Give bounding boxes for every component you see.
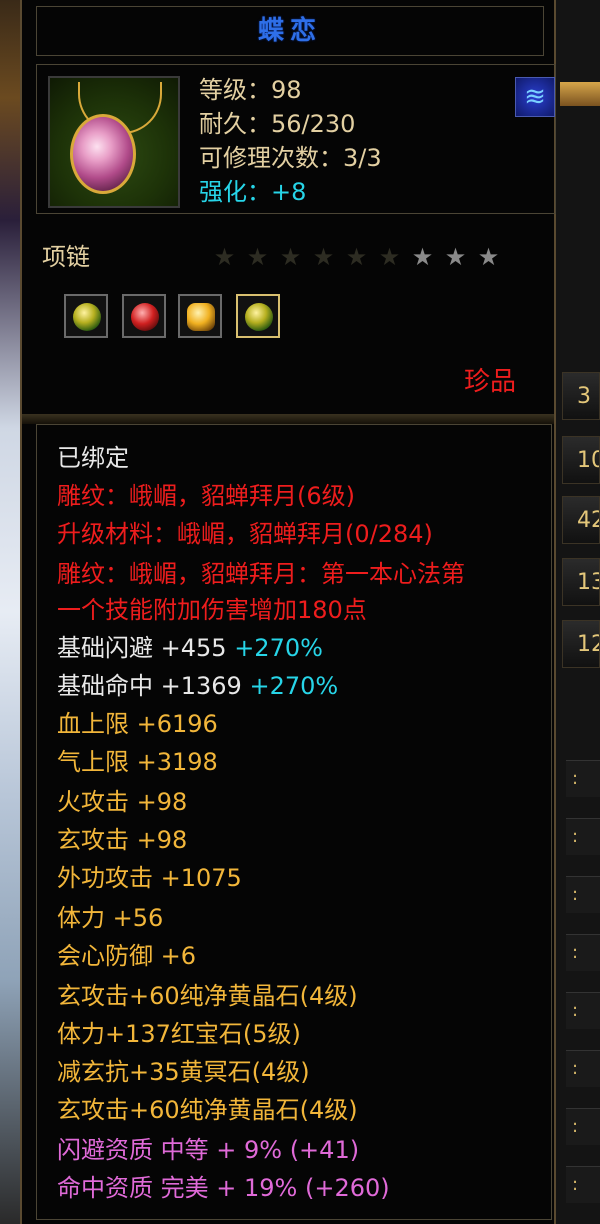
external-attack-line: 外功攻击 +1075 — [57, 864, 242, 892]
side-row-marker: : — [566, 992, 600, 1029]
background-character-art — [0, 0, 22, 1224]
side-row-marker: : — [566, 1108, 600, 1145]
side-row-marker: : — [566, 934, 600, 971]
gem-socket-3[interactable] — [178, 294, 222, 338]
fire-attack-line: 火攻击 +98 — [57, 788, 188, 816]
side-stat-tab: 10 — [562, 436, 600, 484]
side-panel — [556, 0, 600, 1224]
star-icon: ★ — [312, 243, 335, 271]
item-detail-box: 已绑定 雕纹：峨嵋，貂蝉拜月(6级) 升级材料：峨嵋，貂蝉拜月(0/284) 雕… — [36, 424, 552, 1220]
gem-bonus-line: 玄攻击+60纯净黄晶石(4级) — [57, 982, 358, 1010]
side-stat-tab: 3 — [562, 372, 600, 420]
pink-gem-pendant — [70, 114, 136, 194]
gem-socket-4[interactable] — [236, 294, 280, 338]
base-dodge-line: 基础闪避 +455 +270% — [57, 629, 323, 667]
dodge-aptitude-line: 闪避资质 中等 + 9% (+41) — [57, 1136, 360, 1164]
item-enhance: 强化：+8 — [199, 178, 307, 206]
star-icon: ★ — [246, 243, 269, 271]
side-row-marker: : — [566, 1166, 600, 1203]
side-row-marker: : — [566, 760, 600, 797]
side-stat-tab: 42 — [562, 496, 600, 544]
star-icon: ★ — [444, 243, 467, 271]
red-gem-icon — [131, 303, 159, 331]
side-stat-tab: 12 — [562, 620, 600, 668]
side-row-marker: : — [566, 818, 600, 855]
xuan-attack-line: 玄攻击 +98 — [57, 826, 188, 854]
base-dodge-value: 基础闪避 +455 — [57, 634, 227, 662]
necklace-icon — [48, 76, 180, 208]
green-gem-icon — [245, 303, 273, 331]
stamina-line: 体力 +56 — [57, 904, 164, 932]
upgrade-material-line: 升级材料：峨嵋，貂蝉拜月(0/284) — [57, 520, 433, 548]
gem-socket-2[interactable] — [122, 294, 166, 338]
item-name: 蝶恋 — [257, 16, 322, 46]
side-row-marker: : — [566, 876, 600, 913]
item-repair-count: 可修理次数：3/3 — [199, 144, 382, 172]
item-level: 等级：98 — [199, 76, 302, 104]
crit-defense-line: 会心防御 +6 — [57, 942, 197, 970]
gem-bonus-line: 玄攻击+60纯净黄晶石(4级) — [57, 1096, 358, 1124]
bound-status: 已绑定 — [57, 444, 129, 472]
green-gem-icon — [73, 303, 101, 331]
rarity-label: 珍品 — [464, 367, 517, 397]
star-icon: ★ — [411, 243, 434, 271]
star-icon: ★ — [213, 243, 236, 271]
item-info-box: 等级：98 耐久：56/230 可修理次数：3/3 强化：+8 ≋ — [36, 64, 556, 214]
gem-socket-1[interactable] — [64, 294, 108, 338]
base-dodge-pct: +270% — [234, 634, 323, 662]
section-divider — [22, 414, 554, 424]
star-rating: ★ ★ ★ ★ ★ ★ ★ ★ ★ — [208, 240, 505, 274]
star-icon: ★ — [477, 243, 500, 271]
item-durability: 耐久：56/230 — [199, 110, 356, 138]
hit-aptitude-line: 命中资质 完美 + 19% (+260) — [57, 1174, 390, 1202]
engrave-effect-line-2: 一个技能附加伤害增加180点 — [57, 596, 367, 624]
item-tooltip: 蝶恋 等级：98 耐久：56/230 可修理次数：3/3 强化：+8 ≋ 项链 … — [20, 0, 556, 1224]
star-icon: ★ — [345, 243, 368, 271]
base-hit-line: 基础命中 +1369 +270% — [57, 667, 338, 705]
side-gold-ornament — [560, 82, 600, 106]
item-title-bar: 蝶恋 — [36, 6, 544, 56]
yellow-gem-icon — [187, 303, 215, 331]
base-hit-value: 基础命中 +1369 — [57, 672, 242, 700]
engrave-effect-line: 雕纹：峨嵋，貂蝉拜月：第一本心法第 — [57, 560, 465, 588]
star-icon: ★ — [279, 243, 302, 271]
side-row-marker: : — [566, 1050, 600, 1087]
hp-line: 血上限 +6196 — [57, 710, 218, 738]
gem-bonus-line: 体力+137红宝石(5级) — [57, 1020, 301, 1048]
star-icon: ★ — [378, 243, 401, 271]
item-type: 项链 — [42, 243, 90, 271]
side-stat-tab: 13 — [562, 558, 600, 606]
gem-bonus-line: 减玄抗+35黄冥石(4级) — [57, 1058, 310, 1086]
base-hit-pct: +270% — [249, 672, 339, 700]
class-emblem-icon: ≋ — [515, 77, 555, 117]
qi-line: 气上限 +3198 — [57, 748, 218, 776]
engrave-line: 雕纹：峨嵋，貂蝉拜月(6级) — [57, 482, 355, 510]
